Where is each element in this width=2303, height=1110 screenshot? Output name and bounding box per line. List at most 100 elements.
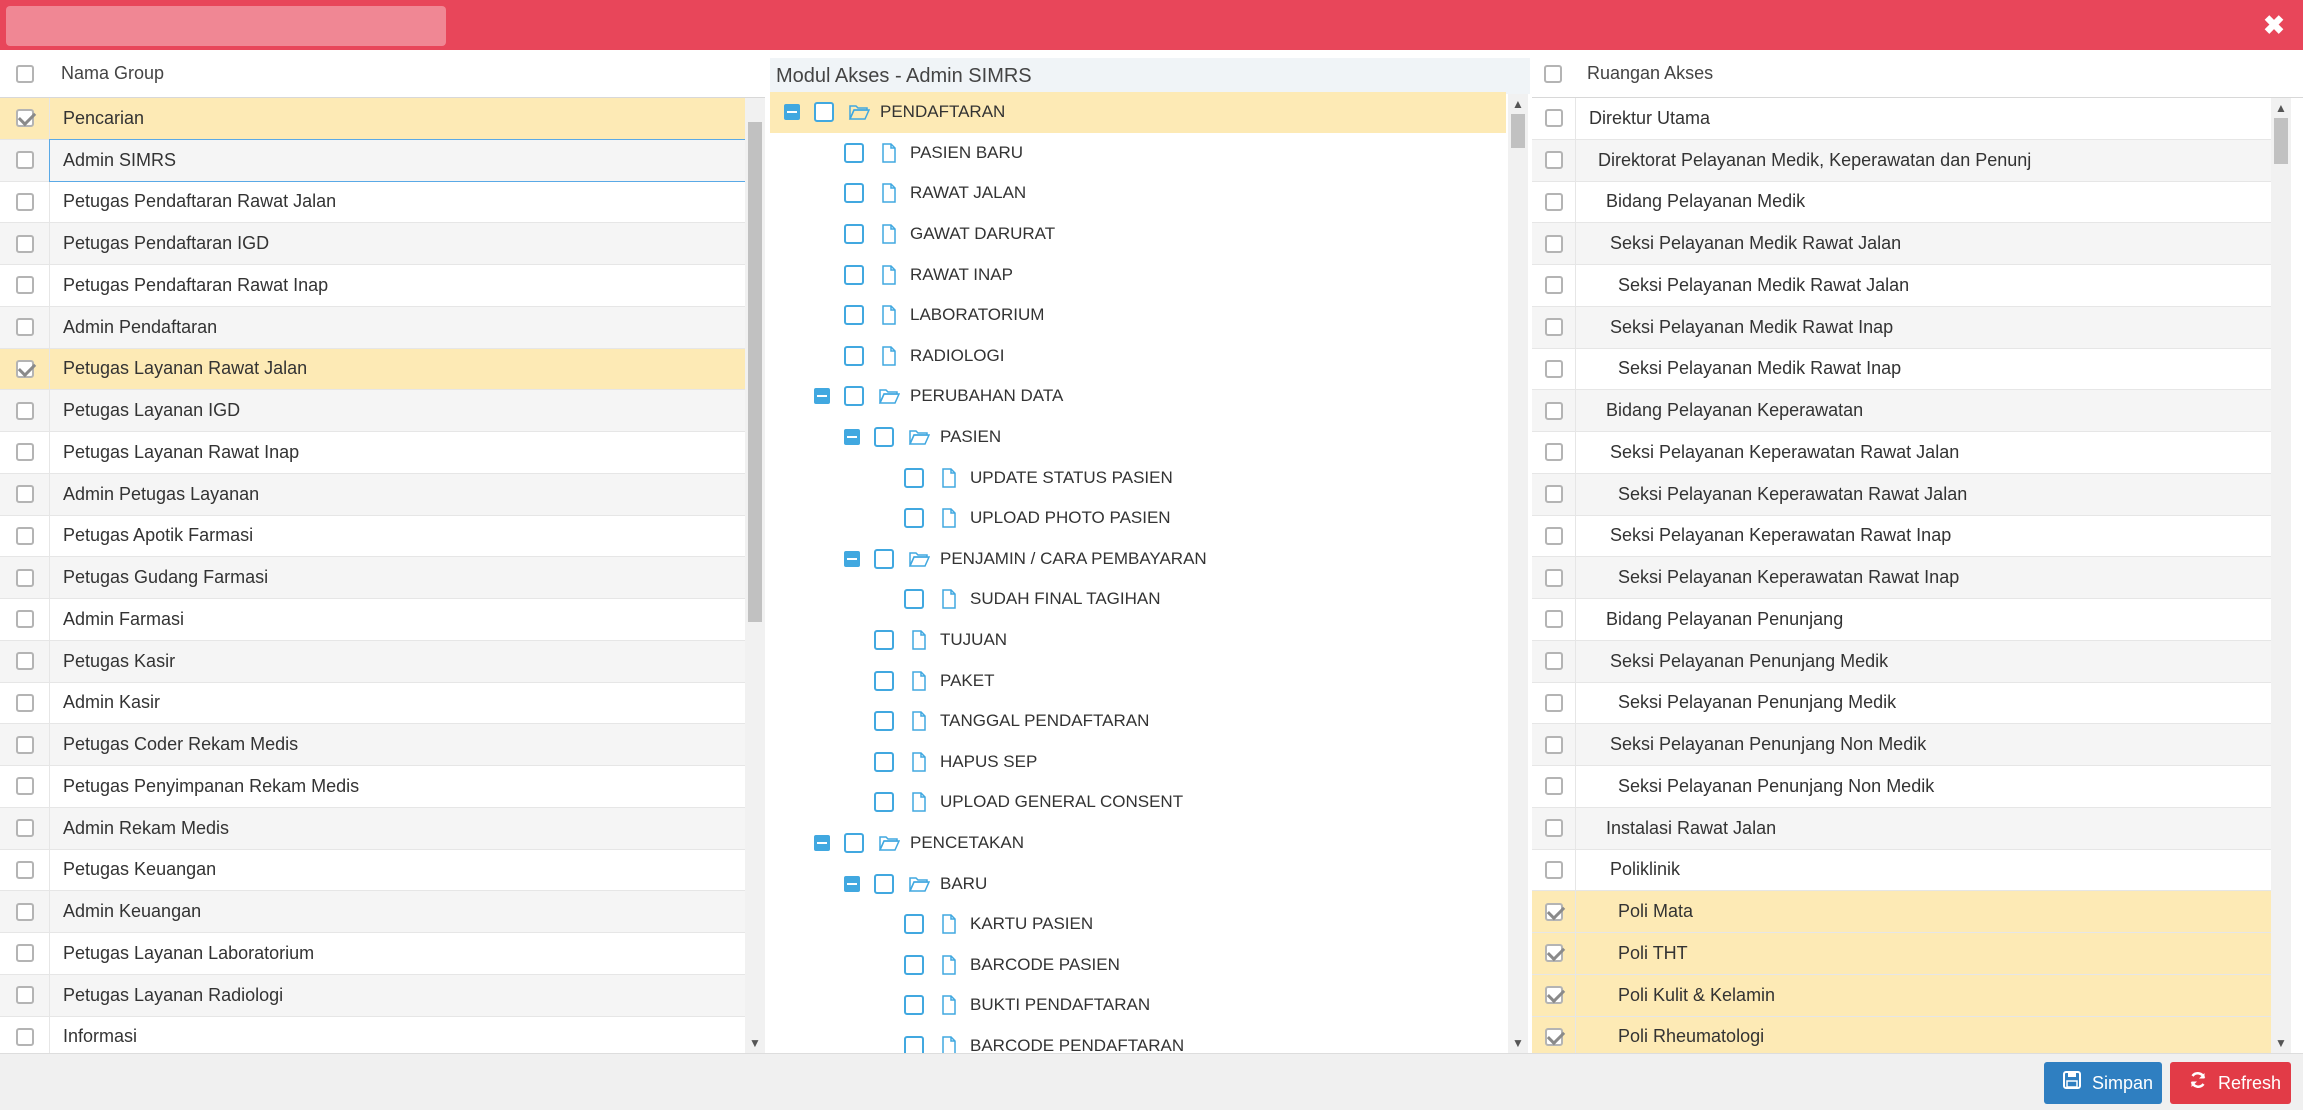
room-checkbox-cell[interactable] <box>1532 849 1576 891</box>
room-row[interactable]: Seksi Pelayanan Medik Rawat Jalan <box>1532 223 2281 265</box>
module-checkbox[interactable] <box>844 264 864 285</box>
group-row[interactable]: Petugas Apotik Farmasi <box>0 515 765 558</box>
module-label[interactable]: PERUBAHAN DATA <box>910 386 1063 406</box>
room-checkbox[interactable] <box>1544 443 1563 462</box>
scroll-down-arrow-icon[interactable]: ▼ <box>1508 1033 1528 1053</box>
room-label-cell[interactable]: Seksi Pelayanan Penunjang Medik <box>1576 641 2281 682</box>
group-row[interactable]: Admin Rekam Medis <box>0 807 765 850</box>
tree-file-node[interactable]: SUDAH FINAL TAGIHAN <box>770 579 1506 620</box>
group-checkbox[interactable] <box>15 443 34 462</box>
room-label-cell[interactable]: Bidang Pelayanan Penunjang <box>1576 599 2281 640</box>
group-checkbox-cell[interactable] <box>0 724 50 765</box>
room-label-cell[interactable]: Poli THT <box>1576 933 2281 974</box>
group-checkbox-cell[interactable] <box>0 390 50 431</box>
group-label-cell[interactable]: Admin Pendaftaran <box>50 307 765 348</box>
room-checkbox[interactable] <box>1544 526 1563 545</box>
group-checkbox-cell[interactable] <box>0 807 50 849</box>
tree-file-node[interactable]: BUKTI PENDAFTARAN <box>770 985 1506 1026</box>
room-checkbox[interactable] <box>1544 819 1563 838</box>
room-checkbox-cell[interactable] <box>1532 515 1576 557</box>
group-row[interactable]: Petugas Layanan IGD <box>0 390 765 432</box>
collapse-toggle-icon[interactable] <box>844 875 860 892</box>
tree-file-node[interactable]: LABORATORIUM <box>770 295 1506 336</box>
scroll-down-arrow-icon[interactable]: ▼ <box>2271 1033 2291 1053</box>
group-label-cell[interactable]: Petugas Pendaftaran Rawat Inap <box>50 265 765 306</box>
tree-file-node[interactable]: UPLOAD GENERAL CONSENT <box>770 782 1506 823</box>
room-checkbox-cell[interactable] <box>1532 599 1576 640</box>
group-row[interactable]: Petugas Pendaftaran Rawat Inap <box>0 265 765 307</box>
module-checkbox[interactable] <box>874 630 894 651</box>
group-checkbox[interactable] <box>15 485 34 504</box>
module-label[interactable]: UPDATE STATUS PASIEN <box>970 468 1173 488</box>
group-checkbox[interactable] <box>15 693 34 712</box>
group-label-cell[interactable]: Pencarian <box>50 98 765 139</box>
room-checkbox[interactable] <box>1544 318 1563 337</box>
group-checkbox[interactable] <box>15 276 34 295</box>
room-label-cell[interactable]: Poliklinik <box>1576 850 2281 891</box>
module-checkbox[interactable] <box>844 386 864 407</box>
room-row[interactable]: Seksi Pelayanan Medik Rawat Jalan <box>1532 265 2281 307</box>
room-checkbox-cell[interactable] <box>1532 682 1576 724</box>
tree-file-node[interactable]: RADIOLOGI <box>770 336 1506 377</box>
room-row[interactable]: Seksi Pelayanan Medik Rawat Inap <box>1532 306 2281 349</box>
group-row[interactable]: Petugas Gudang Farmasi <box>0 557 765 599</box>
group-label-cell[interactable]: Petugas Layanan Rawat Inap <box>50 432 765 473</box>
module-label[interactable]: BARU <box>940 874 987 894</box>
group-row[interactable]: Petugas Kasir <box>0 640 765 683</box>
tree-file-node[interactable]: GAWAT DARURAT <box>770 214 1506 255</box>
module-label[interactable]: PASIEN BARU <box>910 143 1023 163</box>
module-checkbox[interactable] <box>814 102 834 123</box>
room-row[interactable]: Seksi Pelayanan Medik Rawat Inap <box>1532 348 2281 391</box>
group-checkbox-cell[interactable] <box>0 933 50 974</box>
room-checkbox-cell[interactable] <box>1532 933 1576 974</box>
room-checkbox-cell[interactable] <box>1532 181 1576 223</box>
room-checkbox-cell[interactable] <box>1532 640 1576 682</box>
collapse-toggle-icon[interactable] <box>814 834 830 851</box>
group-checkbox-cell[interactable] <box>0 139 50 181</box>
room-checkbox[interactable] <box>1544 902 1563 921</box>
group-row[interactable]: Petugas Layanan Rawat Jalan <box>0 348 765 391</box>
module-checkbox[interactable] <box>844 345 864 366</box>
room-checkbox[interactable] <box>1544 568 1563 587</box>
module-label[interactable]: RAWAT JALAN <box>910 183 1026 203</box>
room-checkbox-cell[interactable] <box>1532 766 1576 807</box>
tree-file-node[interactable]: RAWAT INAP <box>770 254 1506 295</box>
scroll-down-arrow-icon[interactable]: ▼ <box>745 1033 765 1053</box>
group-checkbox-cell[interactable] <box>0 599 50 640</box>
group-label-cell[interactable]: Petugas Pendaftaran Rawat Jalan <box>50 182 765 223</box>
group-checkbox-cell[interactable] <box>0 515 50 557</box>
module-checkbox[interactable] <box>904 1035 924 1053</box>
group-label-cell[interactable]: Petugas Layanan Laboratorium <box>50 933 765 974</box>
room-checkbox[interactable] <box>1544 693 1563 712</box>
tree-folder-node[interactable]: BARU <box>770 863 1506 904</box>
module-label[interactable]: UPLOAD PHOTO PASIEN <box>970 508 1171 528</box>
group-checkbox[interactable] <box>15 735 34 754</box>
group-checkbox[interactable] <box>15 192 34 211</box>
group-row[interactable]: Petugas Coder Rekam Medis <box>0 724 765 766</box>
room-label-cell[interactable]: Direktur Utama <box>1576 98 2281 139</box>
tree-file-node[interactable]: UPLOAD PHOTO PASIEN <box>770 498 1506 539</box>
tree-file-node[interactable]: PASIEN BARU <box>770 133 1506 174</box>
module-label[interactable]: RADIOLOGI <box>910 346 1004 366</box>
group-row[interactable]: Admin Pendaftaran <box>0 306 765 349</box>
group-label-cell[interactable]: Admin Farmasi <box>50 599 765 640</box>
room-checkbox-cell[interactable] <box>1532 265 1576 306</box>
group-checkbox[interactable] <box>15 986 34 1005</box>
group-checkbox-cell[interactable] <box>0 223 50 264</box>
room-checkbox[interactable] <box>1544 359 1563 378</box>
room-list-scrollbar[interactable]: ▲ ▼ <box>2271 98 2291 1053</box>
group-label-cell[interactable]: Petugas Gudang Farmasi <box>50 557 765 598</box>
module-label[interactable]: BARCODE PASIEN <box>970 955 1120 975</box>
tree-file-node[interactable]: KARTU PASIEN <box>770 904 1506 945</box>
group-checkbox[interactable] <box>15 234 34 253</box>
module-label[interactable]: PENCETAKAN <box>910 833 1024 853</box>
room-checkbox-cell[interactable] <box>1532 724 1576 765</box>
group-checkbox-cell[interactable] <box>0 348 50 390</box>
room-checkbox[interactable] <box>1544 485 1563 504</box>
group-checkbox-cell[interactable] <box>0 766 50 807</box>
group-row[interactable]: Petugas Penyimpanan Rekam Medis <box>0 766 765 808</box>
group-checkbox-cell[interactable] <box>0 98 50 139</box>
group-row[interactable]: Petugas Layanan Rawat Inap <box>0 432 765 474</box>
room-label-cell[interactable]: Seksi Pelayanan Keperawatan Rawat Inap <box>1576 557 2281 598</box>
tree-file-node[interactable]: PAKET <box>770 660 1506 701</box>
